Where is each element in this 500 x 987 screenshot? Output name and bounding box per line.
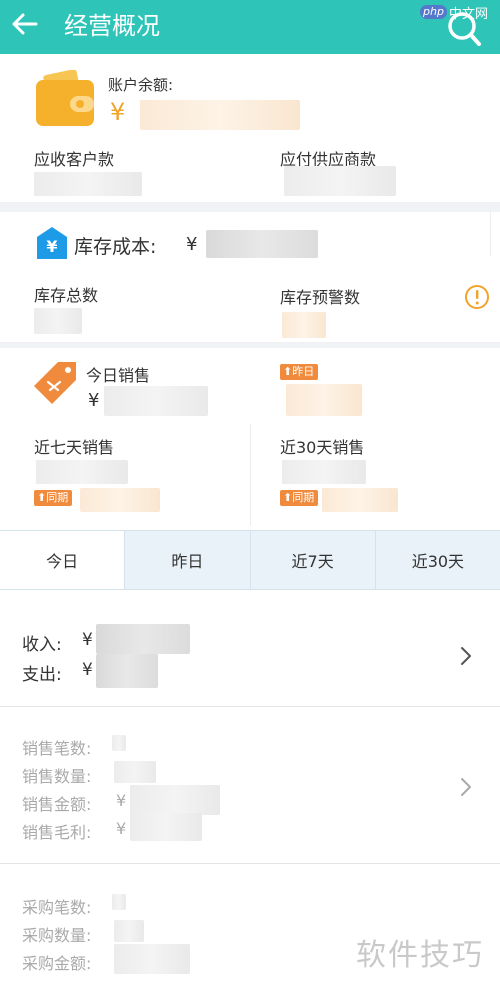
chevron-right-icon[interactable] xyxy=(460,777,472,797)
month-sales-label: 近30天销售 xyxy=(280,438,365,457)
income-value-redacted xyxy=(96,624,190,654)
sales-amount-label: 销售金额: xyxy=(22,795,92,814)
sales-quantity-label: 销售数量: xyxy=(22,767,92,786)
tab-last-30-days[interactable]: 近30天 xyxy=(374,531,500,589)
month-sales-redacted xyxy=(282,460,366,484)
inventory-card[interactable]: ¥ 库存成本: ¥ 库存总数 库存预警数 xyxy=(0,212,500,342)
inventory-divider xyxy=(490,212,491,256)
inventory-warning-label: 库存预警数 xyxy=(280,288,361,307)
today-sales-label: 今日销售 xyxy=(86,366,151,385)
tab-last-7-days[interactable]: 近7天 xyxy=(249,531,375,589)
expense-currency: ¥ xyxy=(82,660,93,680)
week-period-redacted xyxy=(80,488,160,512)
week-sales-redacted xyxy=(36,460,128,484)
yesterday-badge-text: 昨日 xyxy=(292,365,315,378)
purchase-count-redacted xyxy=(112,894,126,910)
section-divider xyxy=(0,202,500,212)
brand-cn: 中文网 xyxy=(448,6,488,22)
balance-value-redacted xyxy=(140,100,300,130)
period-tabs: 今日 昨日 近7天 近30天 xyxy=(0,530,500,590)
income-expense-section[interactable]: 收入: ¥ 支出: ¥ xyxy=(0,600,500,706)
top-bar: 经营概况 php 中文网 xyxy=(0,0,500,54)
today-sales-value-redacted xyxy=(104,386,208,416)
purchase-amount-redacted xyxy=(114,944,190,974)
sales-profit-currency: ¥ xyxy=(116,819,127,838)
tab-yesterday[interactable]: 昨日 xyxy=(124,531,249,589)
expense-label: 支出: xyxy=(22,665,62,685)
brand-watermark: php 中文网 xyxy=(420,2,488,22)
inventory-house-icon: ¥ xyxy=(37,227,67,259)
wallet-icon xyxy=(36,70,94,126)
expense-value-redacted xyxy=(96,654,158,688)
yesterday-compare-badge: ⬆昨日 xyxy=(280,364,319,380)
price-tag-icon xyxy=(34,362,76,404)
inventory-cost-value-redacted xyxy=(206,230,318,258)
balance-label: 账户余额: xyxy=(108,76,174,94)
sales-count-redacted xyxy=(112,735,126,751)
purchase-amount-label: 采购金额: xyxy=(22,954,92,973)
month-period-redacted xyxy=(322,488,398,512)
week-period-badge-text: 同期 xyxy=(46,491,69,504)
sales-quantity-redacted xyxy=(114,761,156,783)
receivable-value-redacted xyxy=(34,172,142,196)
sales-count-label: 销售笔数: xyxy=(22,739,92,758)
yesterday-compare-redacted xyxy=(286,384,362,416)
income-label: 收入: xyxy=(22,635,62,655)
payable-value-redacted xyxy=(284,166,396,196)
sales-amount-redacted xyxy=(130,785,220,815)
sales-divider xyxy=(250,424,251,526)
sales-profit-redacted xyxy=(130,813,202,841)
month-period-badge: ⬆同期 xyxy=(280,490,319,506)
watermark-text: 软件技巧 xyxy=(356,938,484,973)
week-sales-label: 近七天销售 xyxy=(34,438,115,457)
receivable-label: 应收客户款 xyxy=(34,150,115,169)
purchase-quantity-label: 采购数量: xyxy=(22,926,92,945)
brand-php: php xyxy=(420,5,447,19)
sales-stats-section[interactable]: 销售笔数: 销售数量: 销售金额: ¥ 销售毛利: ¥ xyxy=(0,707,500,863)
today-sales-currency: ¥ xyxy=(88,390,100,411)
month-period-badge-text: 同期 xyxy=(292,491,315,504)
page-title: 经营概况 xyxy=(64,12,160,40)
inventory-total-redacted xyxy=(34,308,82,334)
inventory-warning-redacted xyxy=(282,312,326,338)
chevron-right-icon[interactable] xyxy=(460,646,472,666)
purchase-count-label: 采购笔数: xyxy=(22,898,92,917)
week-period-badge: ⬆同期 xyxy=(34,490,73,506)
balance-currency: ¥ xyxy=(110,98,126,126)
warning-icon[interactable] xyxy=(464,284,490,310)
income-currency: ¥ xyxy=(82,630,93,650)
sales-card[interactable]: 今日销售 ¥ ⬆昨日 近七天销售 ⬆同期 近30天销售 ⬆同期 xyxy=(0,348,500,526)
inventory-cost-label: 库存成本: xyxy=(74,236,157,258)
balance-card[interactable]: 账户余额: ¥ 应收客户款 应付供应商款 xyxy=(0,54,500,202)
purchase-quantity-redacted xyxy=(114,920,144,942)
tab-today[interactable]: 今日 xyxy=(0,531,125,589)
sales-amount-currency: ¥ xyxy=(116,791,127,810)
inventory-currency: ¥ xyxy=(186,234,198,255)
inventory-total-label: 库存总数 xyxy=(34,286,99,305)
back-arrow-icon[interactable] xyxy=(10,9,40,39)
svg-text:¥: ¥ xyxy=(46,237,57,256)
sales-profit-label: 销售毛利: xyxy=(22,823,92,842)
